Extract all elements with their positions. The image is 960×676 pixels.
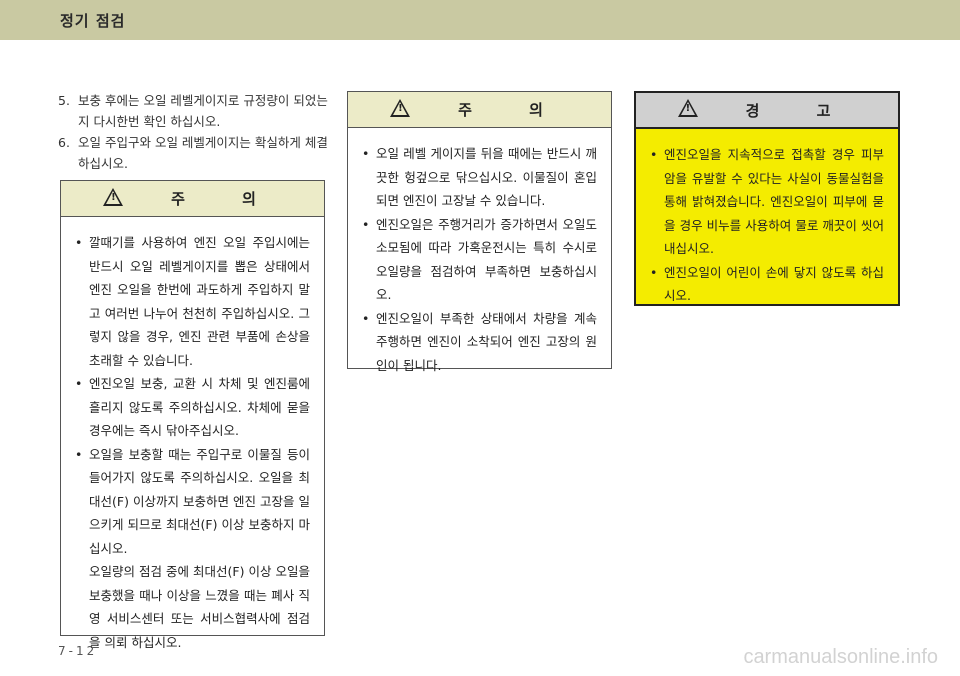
warning-box-right: ! 경 고 엔진오일을 지속적으로 접촉할 경우 피부암을 유발할 수 있다는 … (634, 91, 900, 306)
step-text: 오일 주입구와 오일 레벨게이지는 확실하게 체결하십시오. (78, 135, 328, 171)
warning-item: 엔진오일을 지속적으로 접촉할 경우 피부암을 유발할 수 있다는 사실이 동물… (650, 143, 884, 261)
caution-item: 깔때기를 사용하여 엔진 오일 주입시에는 반드시 오일 레벨게이지를 뽑은 상… (75, 231, 310, 372)
warning-triangle-icon: ! (103, 187, 124, 210)
step-item: 6. 오일 주입구와 오일 레벨게이지는 확실하게 체결하십시오. (58, 132, 328, 174)
caution-box-middle: ! 주 의 오일 레벨 게이지를 뒤을 때에는 반드시 깨끗한 헝겊으로 닦으십… (347, 91, 612, 373)
caution-box-left: ! 주 의 깔때기를 사용하여 엔진 오일 주입시에는 반드시 오일 레벨게이지… (60, 180, 325, 650)
warning-item: 엔진오일이 어린이 손에 닿지 않도록 하십시오. (650, 261, 884, 308)
warning-list: 엔진오일을 지속적으로 접촉할 경우 피부암을 유발할 수 있다는 사실이 동물… (636, 129, 898, 318)
caution-item: 오일 레벨 게이지를 뒤을 때에는 반드시 깨끗한 헝겊으로 닦으십시오. 이물… (362, 142, 597, 213)
page-number: 7-12 (58, 644, 98, 658)
caution-heading: 주 의 (458, 101, 569, 119)
warning-triangle-icon: ! (390, 98, 411, 121)
caution-item-text: 오일을 보충할 때는 주입구로 이물질 등이 들어가지 않도록 주의하십시오. … (89, 446, 310, 556)
caution-header: ! 주 의 (61, 181, 324, 217)
warning-heading: 경 고 (745, 101, 857, 120)
caution-item: 엔진오일은 주행거리가 증가하면서 오일도 소모됨에 따라 가혹운전시는 특히 … (362, 213, 597, 307)
warning-header: ! 경 고 (636, 93, 898, 129)
step-number: 6. (58, 135, 70, 150)
step-text: 보충 후에는 오일 레벨게이지로 규정량이 되었는지 다시한번 확인 하십시오. (78, 93, 328, 129)
caution-item: 오일을 보충할 때는 주입구로 이물질 등이 들어가지 않도록 주의하십시오. … (75, 443, 310, 655)
caution-item: 엔진오일이 부족한 상태에서 차량을 계속 주행하면 엔진이 소착되어 엔진 고… (362, 307, 597, 378)
steps-list: 5. 보충 후에는 오일 레벨게이지로 규정량이 되었는지 다시한번 확인 하십… (58, 90, 328, 174)
caution-heading: 주 의 (171, 190, 282, 208)
caution-item-extra: 오일량의 점검 중에 최대선(F) 이상 오일을 보충했을 때나 이상을 느꼈을… (89, 564, 310, 650)
section-title: 정기 점검 (60, 12, 126, 30)
caution-list: 오일 레벨 게이지를 뒤을 때에는 반드시 깨끗한 헝겊으로 닦으십시오. 이물… (348, 128, 611, 387)
watermark: carmanualsonline.info (743, 646, 938, 668)
caution-header: ! 주 의 (348, 92, 611, 128)
step-number: 5. (58, 93, 70, 108)
caution-item: 엔진오일 보충, 교환 시 차체 및 엔진룸에 흘리지 않도록 주의하십시오. … (75, 372, 310, 443)
header-bar: 정기 점검 (0, 0, 960, 40)
caution-list: 깔때기를 사용하여 엔진 오일 주입시에는 반드시 오일 레벨게이지를 뽑은 상… (61, 217, 324, 664)
step-item: 5. 보충 후에는 오일 레벨게이지로 규정량이 되었는지 다시한번 확인 하십… (58, 90, 328, 132)
warning-triangle-icon: ! (677, 99, 698, 121)
